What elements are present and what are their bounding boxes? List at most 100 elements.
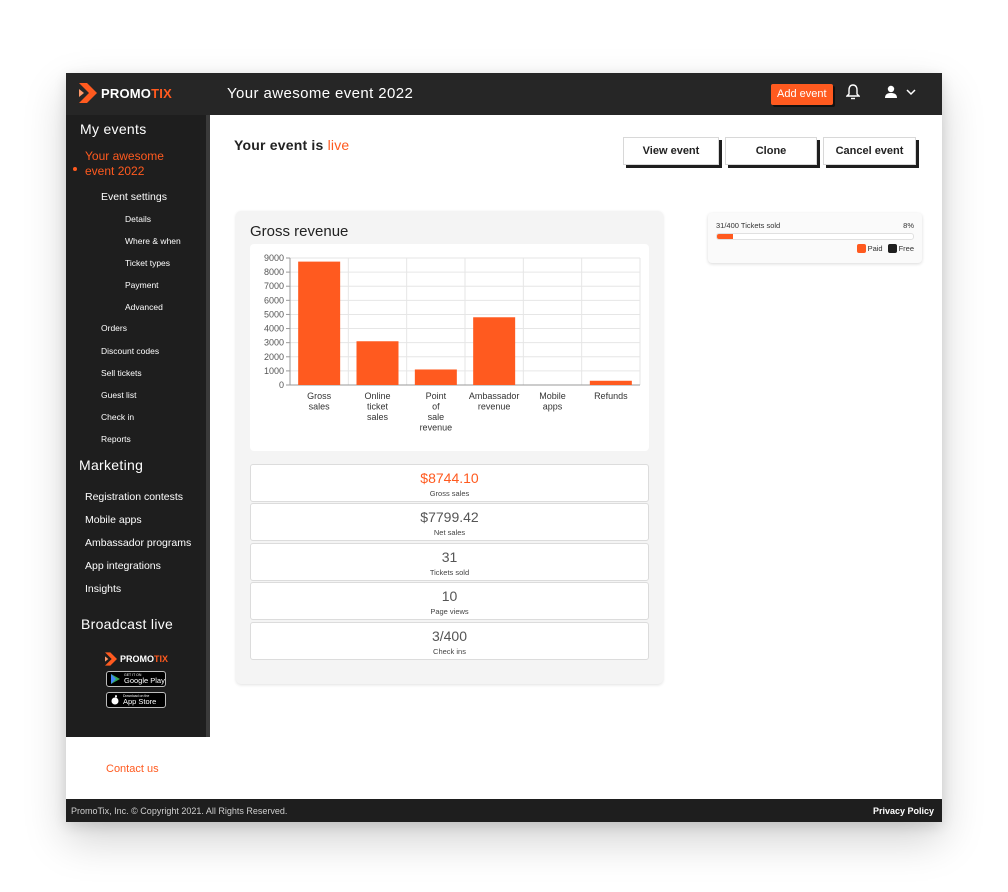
cancel-event-button[interactable]: Cancel event: [823, 137, 916, 165]
app-store-badge[interactable]: Download on the App Store: [106, 692, 166, 708]
legend-paid-label: Paid: [867, 244, 883, 253]
sidebar-item-ambassador-programs[interactable]: Ambassador programs: [85, 537, 191, 549]
sidebar-brand-part1: PROMO: [120, 654, 155, 664]
promotix-logo-icon: [105, 652, 117, 666]
sidebar-brand-logo: PROMOTIX: [105, 652, 168, 666]
sidebar-item-insights[interactable]: Insights: [85, 583, 121, 595]
gross-revenue-chart: 0 1000 2000 3000 4000 5000 6000 7000 8000 9000 Gro…: [250, 244, 649, 451]
tickets-sold-percent: 8%: [903, 221, 914, 230]
status-prefix: Your event is: [234, 137, 324, 153]
x-tick-label-line: Mobile: [539, 391, 566, 401]
sidebar-active-event[interactable]: Your awesome event 2022: [85, 149, 185, 179]
clone-button[interactable]: Clone: [725, 137, 817, 165]
stat-label: Gross sales: [429, 489, 470, 498]
legend-free: Free: [887, 244, 914, 253]
sidebar: My events Your awesome event 2022 Event …: [66, 115, 210, 775]
active-indicator-icon: [73, 167, 77, 171]
sidebar-item-reports[interactable]: Reports: [101, 434, 131, 444]
tickets-sold-card: 31/400 Tickets sold 8% Paid Free: [708, 213, 922, 263]
sidebar-event-settings[interactable]: Event settings: [101, 191, 167, 203]
gross-revenue-title: Gross revenue: [250, 223, 349, 240]
tickets-progress-bar: [716, 233, 914, 240]
bar: [589, 380, 632, 385]
apple-icon: [111, 695, 119, 705]
stat-label: Net sales: [433, 528, 466, 537]
sidebar-item-discount-codes[interactable]: Discount codes: [101, 346, 159, 356]
y-tick-label: 9000: [264, 253, 284, 263]
sidebar-item-ticket-types[interactable]: Ticket types: [125, 258, 170, 268]
contact-us-link[interactable]: Contact us: [106, 763, 159, 775]
add-event-button[interactable]: Add event: [771, 84, 833, 105]
sidebar-item-orders[interactable]: Orders: [101, 323, 127, 333]
legend-paid-swatch: [856, 244, 866, 253]
legend-free-label: Free: [898, 244, 914, 253]
stat-page-views: 10 Page views: [250, 582, 649, 620]
x-tick-label-line: Online: [364, 391, 390, 401]
y-tick-label: 2000: [264, 352, 284, 362]
stat-label: Check ins: [433, 647, 466, 656]
brand-part2: TIX: [151, 85, 172, 101]
sidebar-item-guest-list[interactable]: Guest list: [101, 390, 136, 400]
sidebar-item-payment[interactable]: Payment: [125, 280, 159, 290]
sidebar-item-app-integrations[interactable]: App integrations: [85, 560, 161, 572]
y-tick-label: 1000: [264, 366, 284, 376]
x-tick-label-line: ticket: [367, 402, 389, 412]
user-icon: [885, 85, 897, 98]
promotix-logo-icon: [79, 83, 97, 103]
stat-value: $7799.42: [420, 509, 479, 525]
copyright-text: PromoTix, Inc. © Copyright 2021. All Rig…: [71, 806, 288, 816]
sidebar-item-where-when[interactable]: Where & when: [125, 236, 181, 246]
stat-value: 31: [441, 549, 458, 565]
sidebar-item-advanced[interactable]: Advanced: [125, 302, 163, 312]
sidebar-item-mobile-apps[interactable]: Mobile apps: [85, 514, 142, 526]
x-tick-label-line: Refunds: [594, 391, 628, 401]
stat-label: Tickets sold: [429, 568, 470, 577]
x-tick-label-line: sales: [309, 402, 331, 412]
stat-check-ins: 3/400 Check ins: [250, 622, 649, 660]
tickets-legend: Paid Free: [856, 244, 914, 253]
bar: [356, 341, 399, 385]
notification-bell-icon[interactable]: [845, 84, 861, 105]
sidebar-brand-part2: TIX: [154, 654, 169, 664]
google-play-badge[interactable]: GET IT ON Google Play: [106, 671, 166, 687]
x-tick-label: Point of sale revenue: [420, 391, 453, 433]
privacy-policy-link[interactable]: Privacy Policy: [873, 806, 934, 816]
x-tick-label-line: sales: [367, 412, 389, 422]
status-live: live: [327, 137, 350, 153]
x-tick-label-line: revenue: [478, 402, 511, 412]
footer: PromoTix, Inc. © Copyright 2021. All Rig…: [66, 799, 942, 822]
legend-paid: Paid: [856, 244, 883, 253]
sidebar-item-details[interactable]: Details: [125, 214, 151, 224]
bar: [414, 369, 457, 385]
tickets-sold-label: 31/400 Tickets sold: [716, 221, 781, 230]
stat-value: $8744.10: [420, 470, 479, 486]
stat-value: 3/400: [431, 628, 468, 644]
app-store-big-text: App Store: [123, 697, 157, 706]
y-tick-label: 4000: [264, 324, 284, 334]
bar: [473, 317, 516, 385]
x-tick-label: Gross sales: [307, 391, 332, 412]
sidebar-item-check-in[interactable]: Check in: [101, 412, 134, 422]
x-tick-label-line: Ambassador: [469, 391, 520, 401]
x-tick-label: Mobile apps: [539, 391, 566, 412]
sidebar-item-sell-tickets[interactable]: Sell tickets: [101, 368, 142, 378]
y-tick-label: 3000: [264, 338, 284, 348]
x-tick-label-line: sale: [428, 412, 445, 422]
user-menu[interactable]: [884, 85, 916, 99]
view-event-button[interactable]: View event: [623, 137, 719, 165]
brand-part1: PROMO: [101, 85, 152, 101]
x-tick-label-line: revenue: [420, 423, 453, 433]
sidebar-item-registration-contests[interactable]: Registration contests: [85, 491, 183, 503]
sidebar-marketing[interactable]: Marketing: [79, 457, 143, 473]
x-tick-label-line: Point: [426, 391, 447, 401]
bar: [298, 261, 341, 385]
brand-logo[interactable]: PROMOTIX: [79, 83, 172, 103]
sidebar-my-events[interactable]: My events: [80, 121, 147, 137]
x-tick-label: Online ticket sales: [364, 391, 390, 422]
tickets-progress-fill: [717, 234, 733, 239]
stat-net-sales: $7799.42 Net sales: [250, 503, 649, 541]
stat-gross-sales: $8744.10 Gross sales: [250, 464, 649, 502]
sidebar-broadcast-live[interactable]: Broadcast live: [81, 616, 173, 632]
top-bar: PROMOTIX Your awesome event 2022 Add eve…: [66, 73, 942, 115]
event-status-heading: Your event is live: [234, 137, 349, 153]
